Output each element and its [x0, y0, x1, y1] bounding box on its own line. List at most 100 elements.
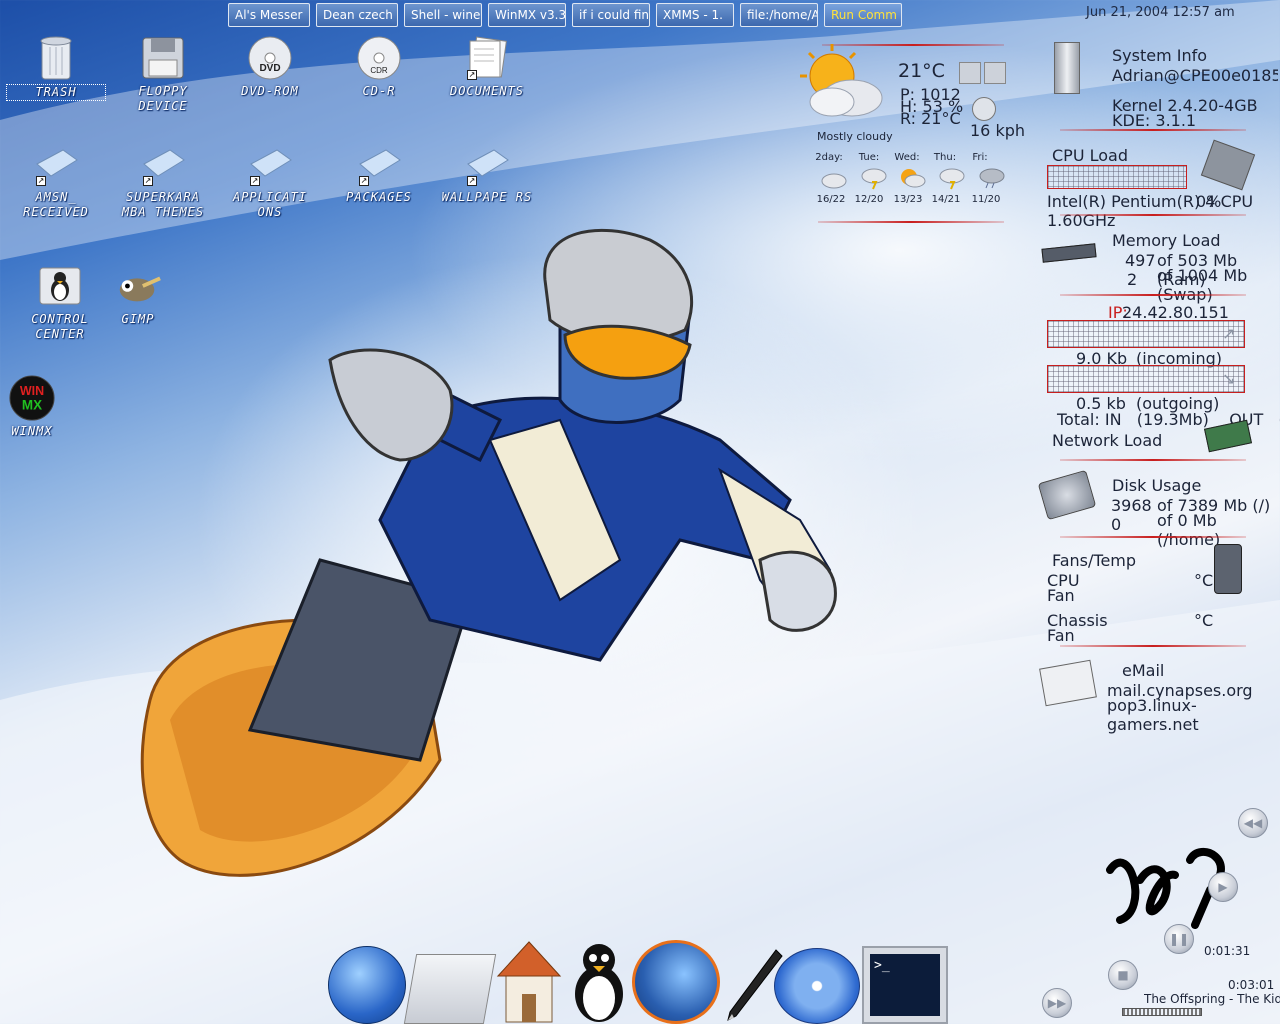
- trash-icon: [32, 34, 80, 82]
- desktop-icon-label: GIMP: [121, 312, 155, 326]
- winmx-icon: WIN MX: [8, 374, 56, 422]
- firefox-icon[interactable]: [632, 940, 720, 1024]
- weather-icon-sun-cloud: [792, 42, 892, 128]
- fast-forward-button[interactable]: ▶▶: [1042, 988, 1072, 1018]
- email-title: eMail: [1122, 661, 1165, 680]
- rewind-button[interactable]: ◀◀: [1238, 808, 1268, 838]
- dvd-icon: DVD: [246, 34, 294, 82]
- system-info-host: Adrian@CPE00e0185c4459-CM024: [1112, 66, 1278, 85]
- cd-player-icon[interactable]: [774, 948, 860, 1024]
- network-load-title: Network Load: [1052, 431, 1163, 450]
- stop-button[interactable]: ■: [1108, 960, 1138, 990]
- forecast-range: 13/23: [893, 194, 923, 205]
- forecast-day-name: Wed:: [894, 152, 920, 163]
- documents-icon: ↗: [463, 34, 511, 82]
- winmx-icon-bottom-text: MX: [22, 398, 42, 413]
- link-arrow-icon: ↗: [467, 70, 477, 80]
- floppy-icon: [139, 34, 187, 82]
- weather-condition: Mostly cloudy: [817, 130, 893, 143]
- folder-link-icon: ↗: [246, 140, 294, 188]
- task-button-run-command[interactable]: Run Comm: [824, 3, 902, 27]
- tux-penguin-icon[interactable]: [568, 938, 630, 1024]
- media-volume-slider[interactable]: [1122, 1008, 1202, 1016]
- network-incoming-graph: [1047, 320, 1245, 348]
- desktop-icon-label: FLOPPY DEVICE: [138, 84, 188, 113]
- desktop-icon-label: PACKAGES: [346, 190, 412, 204]
- desktop-icon-label: SUPERKARA MBA THEMES: [121, 190, 205, 219]
- task-button-shell-wine[interactable]: Shell - wine: [404, 3, 482, 27]
- desktop-icon-label: DOCUMENTS: [449, 84, 525, 98]
- clock[interactable]: Jun 21, 2004 12:57 am: [1086, 5, 1235, 20]
- forecast-day-name: Thu:: [933, 152, 957, 163]
- memory-swap-total: of 1004 Mb (Swap): [1157, 266, 1248, 304]
- wind-vane-icon[interactable]: [959, 62, 981, 84]
- desktop-icon-packages[interactable]: ↗ PACKAGES: [329, 140, 429, 205]
- desktop-icon-superkaramba-themes[interactable]: ↗ SUPERKARA MBA THEMES: [113, 140, 213, 220]
- link-arrow-icon: ↗: [250, 176, 260, 186]
- dvd-icon-text: DVD: [259, 63, 280, 74]
- desktop-icon-label: CD-R: [362, 84, 396, 98]
- weather-temp: 21°C: [898, 60, 945, 82]
- gimp-icon: [114, 262, 162, 310]
- task-button-dean-czech[interactable]: Dean czech: [316, 3, 398, 27]
- rain-cloud-icon: [978, 166, 1006, 194]
- desktop-icon-label: AMSN_ RECEIVED: [23, 190, 89, 219]
- folder-link-icon: ↗: [355, 140, 403, 188]
- task-button-xmms[interactable]: XMMS - 1.: [656, 3, 734, 27]
- folder-link-icon: ↗: [463, 140, 511, 188]
- pause-button[interactable]: ❚❚: [1164, 924, 1194, 954]
- task-button-browser[interactable]: if i could fin: [572, 3, 650, 27]
- forecast-range: 16/22: [816, 194, 846, 205]
- tux-folder-icon[interactable]: [403, 954, 497, 1024]
- media-total-time: 0:03:01: [1228, 978, 1275, 992]
- forecast-day-name: Fri:: [972, 152, 988, 163]
- desktop-icon-wallpapers[interactable]: ↗ WALLPAPE RS: [437, 140, 537, 205]
- desktop-icon-applications[interactable]: ↗ APPLICATI ONS: [220, 140, 320, 220]
- terminal-icon[interactable]: >_: [862, 946, 948, 1024]
- home-icon[interactable]: [494, 938, 564, 1024]
- winmx-icon-top-text: WIN: [20, 384, 44, 398]
- desktop-icon-gimp[interactable]: GIMP: [88, 262, 188, 327]
- settings-icon[interactable]: [984, 62, 1006, 84]
- disk-root-used: 3968: [1111, 496, 1152, 515]
- desktop-icon-cd-r[interactable]: CDR CD-R: [329, 34, 429, 99]
- terminal-screen: >_: [870, 954, 940, 1016]
- sun-cloud-icon: [898, 166, 926, 194]
- network-globe-icon[interactable]: [328, 946, 406, 1024]
- divider: [818, 221, 1004, 223]
- media-elapsed-time: 0:01:31: [1204, 944, 1251, 958]
- divider: [1060, 645, 1246, 647]
- desktop-icon-amsn-received[interactable]: ↗ AMSN_ RECEIVED: [6, 140, 106, 220]
- cloud-icon: [820, 168, 848, 194]
- weather-wind: 16 kph: [970, 121, 1026, 140]
- divider: [1060, 214, 1246, 216]
- task-button-file-manager[interactable]: file:/home/A: [740, 3, 818, 27]
- desktop-icon-dvd-rom[interactable]: DVD DVD-ROM: [220, 34, 320, 99]
- fans-chassis-unit: °C: [1194, 611, 1214, 630]
- cpu-model: Intel(R) Pentium(R) 4 CPU 1.60GHz: [1047, 192, 1254, 230]
- cpu-usage: 0%: [1196, 192, 1222, 211]
- memory-swap-used: 2: [1127, 270, 1138, 289]
- desktop-icon-floppy[interactable]: FLOPPY DEVICE: [113, 34, 213, 114]
- desktop-icon-documents[interactable]: ↗ DOCUMENTS: [437, 34, 537, 99]
- divider: [1060, 536, 1246, 538]
- desktop-icon-trash[interactable]: TRASH: [6, 34, 106, 101]
- disk-usage-title: Disk Usage: [1112, 476, 1202, 495]
- wind-gauge-icon: [972, 97, 996, 121]
- tux-control-center-icon: [36, 262, 84, 310]
- link-arrow-icon: ↗: [359, 176, 369, 186]
- link-arrow-icon: ↗: [467, 176, 477, 186]
- task-button-winmx[interactable]: WinMX v3.3: [488, 3, 566, 27]
- fans-cpu-unit: °C: [1194, 571, 1214, 590]
- storm-icon: [938, 166, 966, 194]
- task-button-als-messenger[interactable]: Al's Messer: [228, 3, 310, 27]
- incoming-arrow-icon: ↗: [1222, 324, 1236, 343]
- desktop-icon-label: WINMX: [11, 424, 53, 438]
- link-arrow-icon: ↗: [36, 176, 46, 186]
- outgoing-arrow-icon: ↘: [1222, 369, 1236, 388]
- cpu-load-graph: [1047, 165, 1187, 189]
- forecast-range: 14/21: [931, 194, 961, 205]
- desktop-icon-winmx[interactable]: WIN MX WINMX: [0, 374, 82, 439]
- system-info-title: System Info: [1112, 46, 1208, 65]
- play-button[interactable]: ▶: [1208, 872, 1238, 902]
